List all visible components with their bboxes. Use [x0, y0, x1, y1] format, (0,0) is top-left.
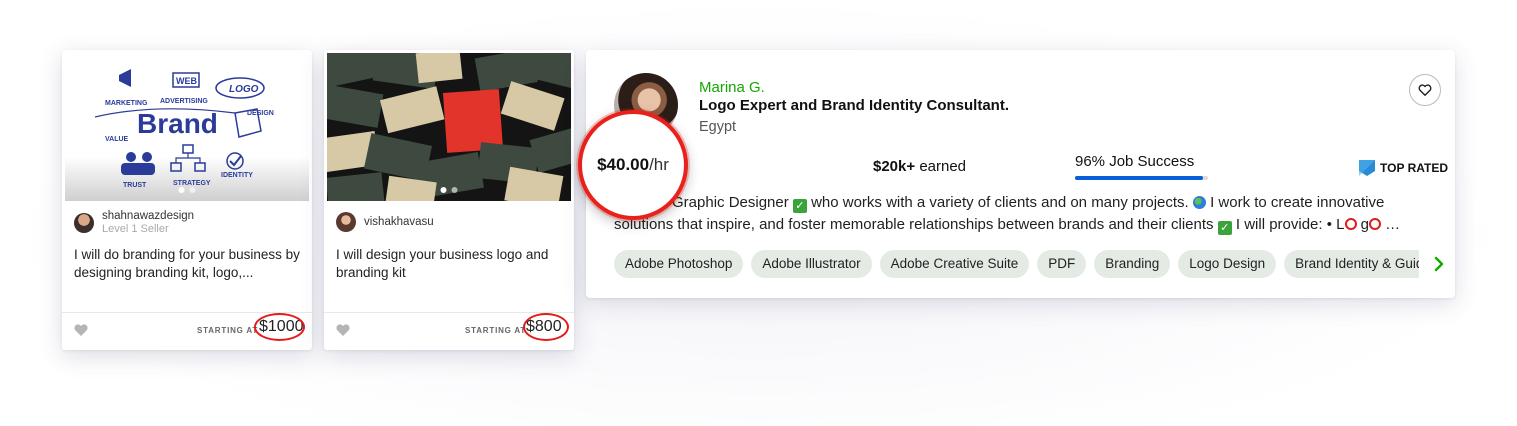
- price-highlight: [523, 313, 569, 341]
- job-success-bar-fill: [1075, 176, 1203, 180]
- image-word-advertising: ADVERTISING: [160, 98, 208, 105]
- heart-icon[interactable]: [73, 322, 89, 338]
- rate-unit: /hr: [649, 155, 669, 174]
- top-rated-label: TOP RATED: [1380, 161, 1449, 175]
- image-word-trust: TRUST: [123, 182, 147, 189]
- seller-name[interactable]: shahnawazdesign: [102, 210, 194, 223]
- check-emoji-icon: ✓: [1217, 221, 1232, 235]
- avatar[interactable]: [74, 213, 94, 233]
- seller-name[interactable]: vishakhavasu: [364, 216, 434, 229]
- save-favorite-button[interactable]: [1409, 74, 1441, 106]
- skill-tag[interactable]: Adobe Creative Suite: [879, 250, 1030, 278]
- megaphone-icon: [119, 69, 131, 87]
- globe-emoji-icon: [1192, 196, 1206, 209]
- job-success-bar: [1075, 176, 1208, 180]
- description-text: I will provide: • L: [1235, 216, 1345, 233]
- rate-amount: $40.00: [597, 155, 650, 174]
- business-card-pile: [327, 53, 571, 201]
- skill-tag[interactable]: PDF: [1037, 250, 1087, 278]
- freelancer-name[interactable]: Marina G.: [699, 79, 765, 96]
- freelancer-description[interactable]: Graphic Designer ✓ who works with a vari…: [614, 192, 1432, 236]
- skill-tag[interactable]: Logo Design: [1178, 250, 1277, 278]
- avatar[interactable]: [336, 212, 356, 232]
- heart-outline-icon: [1418, 84, 1432, 96]
- skills-list: Adobe Photoshop Adobe Illustrator Adobe Cr…: [614, 250, 1419, 278]
- starting-at-label: STARTING AT: [465, 326, 527, 335]
- image-word-marketing: MARKETING: [105, 100, 148, 107]
- image-word-identity: IDENTITY: [221, 172, 253, 179]
- carousel-dots[interactable]: [178, 187, 196, 193]
- description-text: …: [1381, 216, 1401, 233]
- job-success-label: 96% Job Success: [1075, 153, 1195, 170]
- hourly-rate-highlight: $40.00/hr: [578, 110, 688, 220]
- description-text: g: [1356, 216, 1370, 233]
- price-highlight: [254, 313, 305, 341]
- gig-image[interactable]: MARKETING WEB ADVERTISING LOGO DESIGN Br…: [65, 53, 309, 201]
- image-word-value: VALUE: [105, 136, 129, 143]
- check-emoji-icon: ✓: [792, 199, 807, 213]
- description-text: I work to create innovative: [1210, 194, 1385, 211]
- gig-title[interactable]: I will design your business logo and bra…: [336, 246, 562, 282]
- skill-tag[interactable]: Branding: [1094, 250, 1171, 278]
- skill-tag[interactable]: Brand Identity & Guidelines: [1284, 250, 1419, 278]
- carousel-dot[interactable]: [189, 187, 196, 193]
- skill-tag[interactable]: Adobe Illustrator: [751, 250, 872, 278]
- starting-at-label: STARTING AT: [197, 326, 259, 335]
- image-word-logo: LOGO: [229, 84, 259, 95]
- freelancer-card[interactable]: Marina G. Logo Expert and Brand Identity…: [578, 50, 1455, 298]
- gig-title[interactable]: I will do branding for your business by …: [74, 246, 300, 282]
- image-word-design: DESIGN: [247, 110, 274, 117]
- gig-card[interactable]: vishakhavasu I will design your business…: [324, 50, 574, 350]
- seller-info[interactable]: shahnawazdesign Level 1 Seller: [74, 210, 194, 236]
- divider: [324, 312, 574, 313]
- seller-info[interactable]: vishakhavasu: [336, 212, 434, 232]
- freelancer-title[interactable]: Logo Expert and Brand Identity Consultan…: [699, 97, 1009, 114]
- carousel-dot[interactable]: [440, 187, 447, 193]
- image-word-strategy: STRATEGY: [173, 180, 211, 187]
- freelancer-location: Egypt: [699, 119, 737, 135]
- earned-label: earned: [919, 158, 967, 175]
- gig-image[interactable]: [327, 53, 571, 201]
- hourly-rate: $40.00/hr: [597, 155, 669, 175]
- carousel-dots[interactable]: [440, 187, 458, 193]
- image-word-brand: Brand: [137, 108, 218, 139]
- earned-amount: $20k+: [873, 158, 916, 175]
- top-rated-badge: TOP RATED: [1358, 159, 1448, 177]
- description-text: Graphic Designer: [672, 194, 789, 211]
- red-circle-emoji-icon: [1369, 218, 1382, 230]
- carousel-dot[interactable]: [178, 187, 185, 193]
- red-circle-emoji-icon: [1344, 218, 1357, 230]
- heart-icon[interactable]: [335, 322, 351, 338]
- seller-level: Level 1 Seller: [102, 223, 169, 235]
- image-word-web: WEB: [176, 76, 197, 86]
- skill-tag[interactable]: Adobe Photoshop: [614, 250, 744, 278]
- carousel-dot[interactable]: [451, 187, 458, 193]
- description-text: solutions that inspire, and foster memor…: [614, 216, 1214, 233]
- gig-card[interactable]: MARKETING WEB ADVERTISING LOGO DESIGN Br…: [62, 50, 312, 350]
- chevron-right-icon[interactable]: [1432, 254, 1446, 274]
- description-text: who works with a variety of clients and …: [811, 194, 1189, 211]
- top-rated-shield-icon: [1359, 160, 1375, 176]
- earned-stat: $20k+ earned: [873, 158, 966, 175]
